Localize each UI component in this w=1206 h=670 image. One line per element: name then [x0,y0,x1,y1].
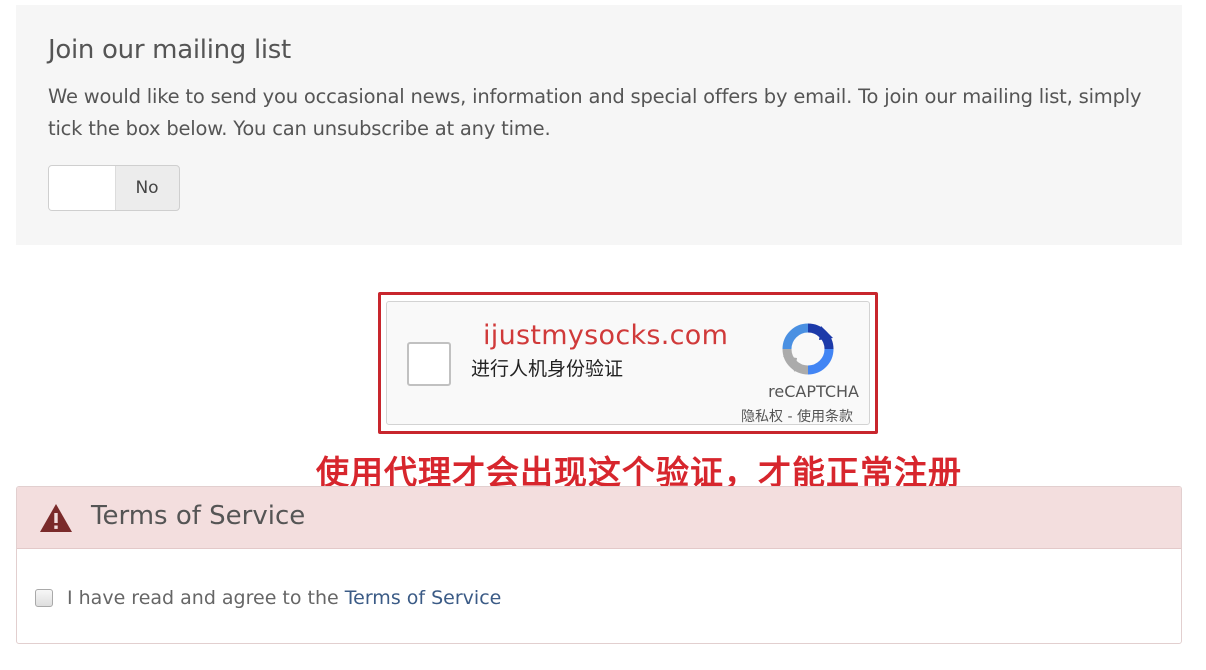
tos-agree-checkbox[interactable] [35,589,53,607]
recaptcha-logo-icon [782,323,834,375]
warning-icon [40,504,72,532]
toggle-label: No [135,178,159,198]
recaptcha-checkbox[interactable] [407,342,451,386]
terms-of-service-panel: Terms of Service I have read and agree t… [16,486,1182,644]
page: Join our mailing list We would like to s… [0,0,1206,670]
recaptcha-privacy-terms-links[interactable]: 隐私权 - 使用条款 [741,406,853,426]
mailing-list-toggle[interactable]: No [48,165,180,211]
recaptcha-widget: 进行人机身份验证 ijustmysocks.com reCAPTCHA 隐私权 … [386,301,870,425]
recaptcha-label: 进行人机身份验证 [471,358,624,380]
mailing-list-panel: Join our mailing list We would like to s… [16,5,1182,245]
tos-title: Terms of Service [91,501,306,531]
captcha-highlight-frame: 进行人机身份验证 ijustmysocks.com reCAPTCHA 隐私权 … [378,292,878,434]
tos-agree-prefix: I have read and agree to the [67,587,345,609]
toggle-knob [49,166,116,210]
tos-agree-label: I have read and agree to the Terms of Se… [67,587,501,609]
mailing-list-description: We would like to send you occasional new… [48,85,1142,140]
recaptcha-brand: reCAPTCHA [768,382,859,401]
watermark-text: ijustmysocks.com [483,320,729,351]
tos-body: I have read and agree to the Terms of Se… [17,549,1181,643]
tos-link[interactable]: Terms of Service [345,587,502,609]
tos-header: Terms of Service [17,487,1181,549]
mailing-list-title: Join our mailing list [48,35,291,65]
